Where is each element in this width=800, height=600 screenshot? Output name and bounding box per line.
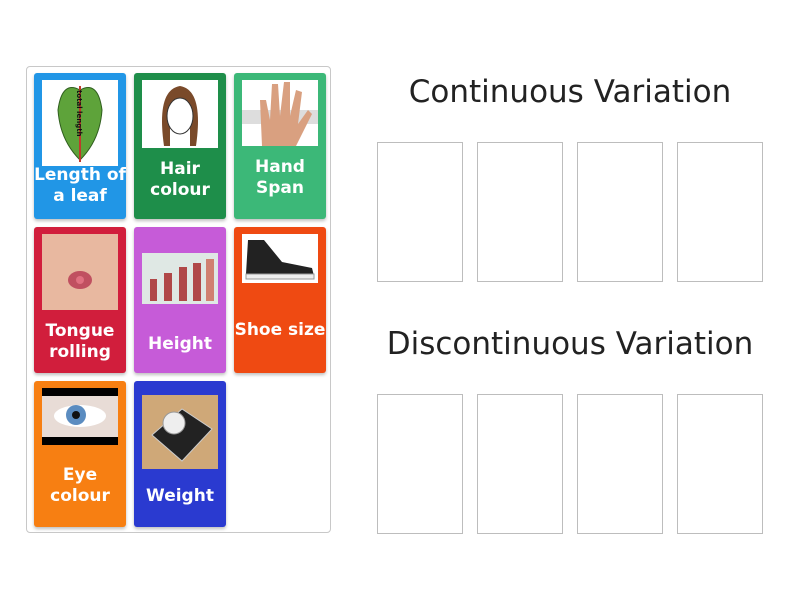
card-label: Hand Span — [255, 157, 305, 198]
tongue-image — [42, 234, 118, 310]
hand-image — [242, 80, 318, 146]
drop-slot[interactable] — [477, 142, 563, 282]
card-label: Length of a leaf — [34, 165, 126, 206]
card-shoe-size[interactable]: Shoe size — [234, 227, 326, 373]
scale-image — [142, 395, 218, 469]
hair-image — [142, 80, 218, 148]
drop-slot[interactable] — [577, 142, 663, 282]
drop-slot[interactable] — [677, 394, 763, 534]
card-hand-span[interactable]: Hand Span — [234, 73, 326, 219]
shoe-image — [242, 234, 318, 283]
card-label: Height — [148, 333, 212, 354]
card-eye-colour[interactable]: Eye colour — [34, 381, 126, 527]
height-image — [142, 253, 218, 304]
group-title-continuous: Continuous Variation — [408, 74, 732, 110]
card-length-of-a-leaf[interactable]: total length Length of a leaf — [34, 73, 126, 219]
card-label: Hair colour — [150, 159, 210, 200]
card-hair-colour[interactable]: Hair colour — [134, 73, 226, 219]
card-label: Eye colour — [50, 465, 110, 506]
card-label: Tongue rolling — [45, 321, 115, 362]
leaf-image: total length — [42, 80, 118, 166]
card-tongue-rolling[interactable]: Tongue rolling — [34, 227, 126, 373]
drop-slot[interactable] — [477, 394, 563, 534]
drop-slot[interactable] — [577, 394, 663, 534]
card-label: Weight — [146, 485, 214, 506]
card-weight[interactable]: Weight — [134, 381, 226, 527]
eye-image — [42, 388, 118, 445]
leaf-annotation: total length — [75, 90, 83, 137]
card-label: Shoe size — [234, 319, 326, 340]
drop-slot[interactable] — [377, 142, 463, 282]
card-height[interactable]: Height — [134, 227, 226, 373]
group-title-discontinuous: Discontinuous Variation — [386, 326, 754, 362]
drop-slot[interactable] — [677, 142, 763, 282]
drop-slot[interactable] — [377, 394, 463, 534]
